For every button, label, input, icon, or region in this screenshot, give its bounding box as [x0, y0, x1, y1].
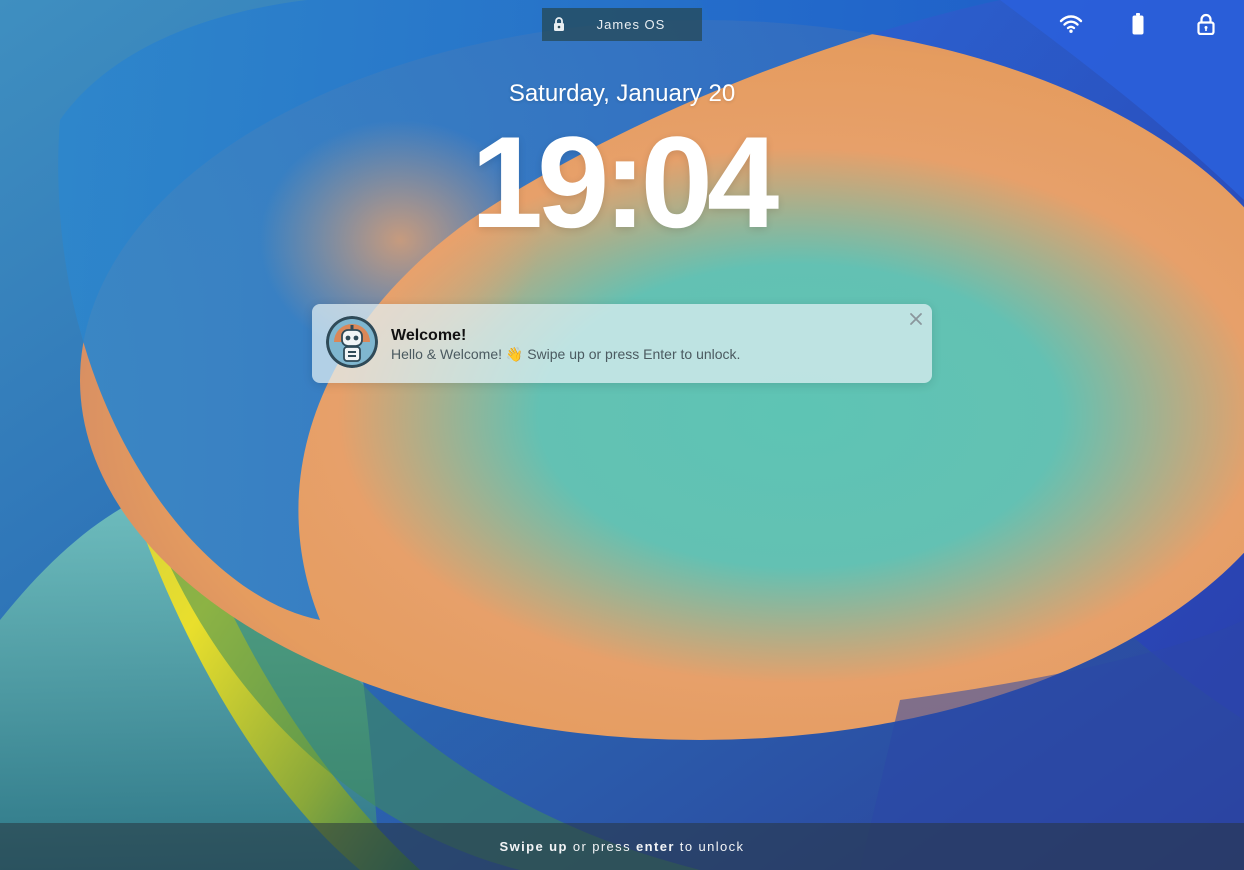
unlock-hint-enter: enter: [636, 839, 675, 854]
robot-avatar-icon: [326, 316, 378, 368]
lock-screen[interactable]: James OS Saturday, January 20 19:04 Welc…: [0, 0, 1244, 870]
battery-icon[interactable]: [1125, 11, 1151, 37]
unlock-hint-swipe: Swipe up: [499, 839, 568, 854]
unlock-hint-bar[interactable]: Swipe up or press enter to unlock: [0, 823, 1244, 870]
lock-date: Saturday, January 20: [508, 80, 736, 107]
topbar-title-box: James OS: [542, 8, 702, 41]
os-title: James OS: [596, 17, 666, 32]
welcome-notification[interactable]: Welcome! Hello & Welcome! 👋 Swipe up or …: [312, 304, 932, 383]
lock-time: 19:04: [470, 109, 780, 255]
notification-body: Hello & Welcome! 👋 Swipe up or press Ent…: [391, 346, 741, 362]
padlock-icon[interactable]: [1193, 11, 1219, 37]
wifi-icon[interactable]: [1058, 11, 1084, 37]
notification-title: Welcome!: [391, 327, 467, 344]
unlock-hint-or: or press: [567, 839, 636, 854]
close-icon[interactable]: [909, 312, 923, 326]
unlock-hint-tail: to unlock: [674, 839, 745, 854]
